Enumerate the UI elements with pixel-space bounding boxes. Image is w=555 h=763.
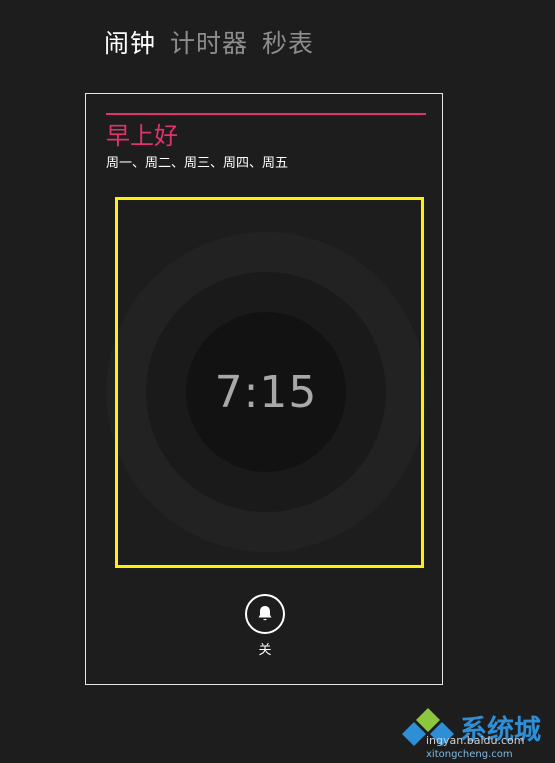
tab-timer[interactable]: 计时器 bbox=[170, 28, 248, 60]
alarm-accent-line bbox=[106, 113, 426, 115]
alarm-toggle-label: 关 bbox=[258, 643, 272, 658]
alarm-time: 7:15 bbox=[214, 366, 318, 418]
alarms-app: 闹钟 计时器 秒表 早上好 周一、周二、周三、周四、周五 7:15 关 系统城 bbox=[0, 0, 555, 763]
alarm-name: 早上好 bbox=[106, 122, 178, 150]
tab-bar: 闹钟 计时器 秒表 bbox=[104, 28, 314, 60]
alarm-days: 周一、周二、周三、周四、周五 bbox=[106, 156, 289, 171]
watermark-site: ingyan.baidu.com bbox=[426, 734, 525, 747]
tab-stopwatch[interactable]: 秒表 bbox=[262, 28, 314, 60]
alarm-toggle-button[interactable] bbox=[245, 594, 285, 634]
alarm-tile[interactable]: 早上好 周一、周二、周三、周四、周五 7:15 关 bbox=[85, 93, 443, 685]
watermark-brand: 系统城 bbox=[460, 715, 541, 746]
bell-icon bbox=[258, 606, 272, 621]
tab-alarm[interactable]: 闹钟 bbox=[104, 28, 156, 60]
watermark: 系统城 ingyan.baidu.com xitongcheng.com bbox=[400, 700, 555, 763]
watermark-domain: xitongcheng.com bbox=[426, 749, 513, 760]
windows-logo-icon bbox=[402, 708, 454, 746]
alarm-dial[interactable]: 7:15 bbox=[106, 232, 426, 552]
